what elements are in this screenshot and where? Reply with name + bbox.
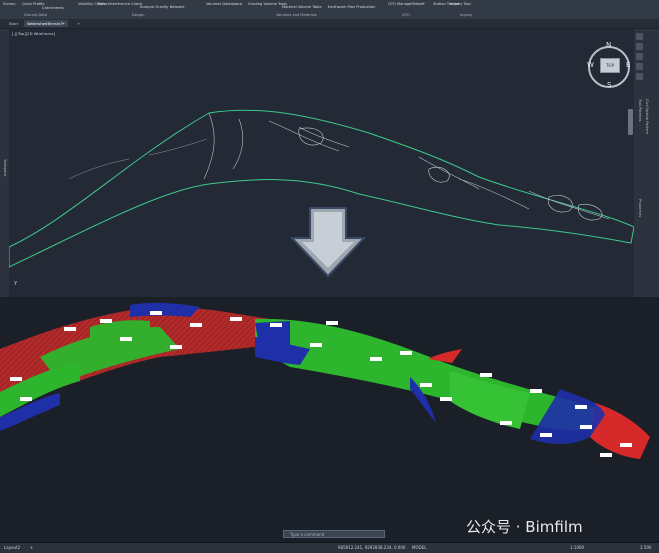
ribbon-grading-volume[interactable]: Grading Volume Tools bbox=[248, 2, 287, 6]
showmotion-icon[interactable] bbox=[636, 63, 643, 70]
document-tabs: Start WatershedTerrain3* + bbox=[0, 19, 659, 28]
add-layout-button[interactable]: + bbox=[30, 545, 33, 550]
ribbon-survey[interactable]: Survey bbox=[3, 2, 16, 6]
tab-drawing[interactable]: WatershedTerrain3* bbox=[24, 20, 68, 27]
right-palette-strip: Tool Palettes Civil Spatial Pattern Prop… bbox=[628, 29, 659, 297]
compass-west[interactable]: W bbox=[587, 61, 594, 69]
spatial-pattern-label[interactable]: Civil Spatial Pattern bbox=[645, 99, 649, 134]
status-bar: Layout2 + 685912.241, 9292838.234, 0.000… bbox=[0, 542, 659, 553]
viewcube-top-face[interactable]: TOP bbox=[600, 58, 620, 73]
compass-east[interactable]: E bbox=[626, 61, 630, 69]
ribbon-interference-check[interactable]: Interference Check bbox=[108, 2, 142, 6]
ribbon-earthwork-plan[interactable]: Earthwork Plan Production bbox=[328, 5, 375, 9]
group-volumes: Volumes and Materials bbox=[276, 13, 317, 17]
ucs-y-axis-icon: Y bbox=[14, 281, 18, 287]
command-line-input[interactable]: Type a command bbox=[283, 530, 385, 538]
ribbon-qto-manager[interactable]: QTO Manager bbox=[388, 2, 413, 6]
zoom-icon[interactable] bbox=[636, 43, 643, 50]
ribbon-inquiry-tool[interactable]: Inquiry Tool bbox=[450, 2, 471, 6]
ribbon: Survey Quick Profile Catchments Visibili… bbox=[0, 0, 659, 20]
watermark-text: 公众号 · Bimfilm bbox=[466, 518, 583, 536]
layout-tab[interactable]: Layout2 bbox=[4, 545, 20, 550]
tab-new[interactable]: + bbox=[74, 20, 83, 27]
properties-label[interactable]: Properties bbox=[638, 199, 642, 217]
ribbon-catchments[interactable]: Catchments bbox=[42, 6, 64, 10]
volume-surface-view[interactable] bbox=[0, 297, 659, 542]
coordinate-readout: 685912.241, 9292838.234, 0.000 bbox=[338, 545, 406, 550]
palette-scroll-icon[interactable] bbox=[628, 109, 633, 135]
fullnav-icon[interactable] bbox=[636, 73, 643, 80]
zoom-level[interactable]: 3.500 bbox=[640, 545, 651, 550]
ribbon-material-volume[interactable]: Material Volume Table bbox=[282, 5, 322, 9]
group-ground-data: Ground Data bbox=[24, 13, 47, 17]
group-qto: QTO bbox=[402, 13, 410, 17]
model-space-button[interactable]: MODEL bbox=[412, 545, 426, 550]
ribbon-takeoff[interactable]: Takeoff bbox=[412, 2, 425, 6]
toolspace-panel[interactable]: Toolspace bbox=[0, 29, 9, 297]
ribbon-analyze-gravity[interactable]: Analyze Gravity Network bbox=[140, 5, 185, 9]
compass-north[interactable]: N bbox=[606, 41, 611, 49]
group-design: Design bbox=[132, 13, 145, 17]
tab-start[interactable]: Start bbox=[6, 20, 21, 27]
tool-palettes-label[interactable]: Tool Palettes bbox=[638, 99, 642, 121]
group-inquiry: Inquiry bbox=[460, 13, 473, 17]
viewport-controls-label[interactable]: [-][Top][2D Wireframe] bbox=[12, 31, 55, 36]
ribbon-drive[interactable]: Drive bbox=[98, 2, 108, 6]
ribbon-volumes-dashboard[interactable]: Volumes Dashboard bbox=[206, 2, 242, 6]
orbit-icon[interactable] bbox=[636, 53, 643, 60]
annotation-scale[interactable]: 1:1000 bbox=[570, 545, 584, 550]
pan-icon[interactable] bbox=[636, 33, 643, 40]
toolspace-label: Toolspace bbox=[3, 159, 7, 177]
down-arrow-icon bbox=[289, 207, 367, 278]
compass-south[interactable]: S bbox=[607, 81, 611, 89]
volume-surface-drawing bbox=[0, 302, 650, 459]
